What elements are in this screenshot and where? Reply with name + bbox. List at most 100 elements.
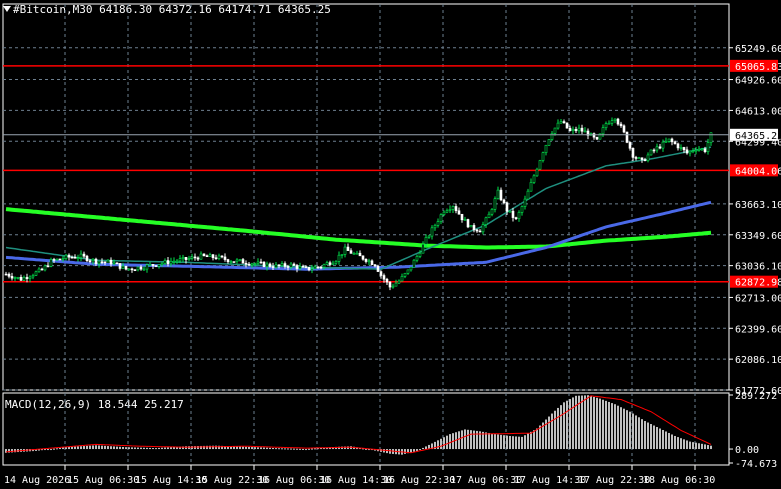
candle — [85, 254, 89, 263]
candle-body — [382, 275, 386, 280]
candle — [577, 124, 581, 134]
macd-histogram-bar — [704, 444, 706, 450]
macd-histogram-bar — [488, 432, 490, 450]
candle-body — [433, 225, 437, 229]
chart-window[interactable]: #Bitcoin,M30 64186.30 64372.16 64174.71 … — [0, 0, 781, 489]
macd-histogram-bar — [80, 446, 82, 450]
macd-histogram-bar — [77, 446, 79, 450]
candle-body — [628, 142, 632, 149]
candle-body — [268, 263, 272, 267]
macd-histogram-bar — [590, 396, 592, 450]
macd-histogram-bar — [674, 435, 676, 450]
candle-body — [82, 253, 86, 257]
candle — [439, 213, 443, 225]
candle-body — [544, 144, 548, 154]
candle — [631, 147, 635, 162]
candle-body — [337, 254, 341, 262]
candle — [259, 258, 263, 264]
candle-body — [175, 260, 179, 263]
time-axis-label: 17 Aug 22:30 — [578, 475, 650, 486]
macd-histogram-bar — [311, 448, 313, 450]
macd-histogram-bar — [167, 447, 169, 450]
candle-body — [70, 256, 74, 259]
candle — [220, 255, 224, 259]
candle-body — [412, 259, 416, 268]
candle-body — [640, 157, 644, 160]
candle — [124, 265, 128, 271]
candle-body — [574, 129, 578, 132]
macd-histogram-bar — [581, 395, 583, 450]
macd-histogram-bar — [287, 448, 289, 450]
candle — [520, 205, 524, 216]
candle-body — [28, 276, 32, 279]
candle-body — [229, 261, 233, 263]
current-price-label: 64365.25 — [735, 131, 781, 142]
chart-canvas[interactable]: 65249.6064926.6064613.0064299.4063663.10… — [0, 0, 781, 489]
candle-body — [100, 261, 104, 264]
macd-histogram-bar — [251, 447, 253, 450]
candle — [547, 139, 551, 146]
candle-body — [409, 266, 413, 271]
price-tick-label: 63663.10 — [735, 200, 781, 211]
price-tick-label: 62399.60 — [735, 324, 781, 335]
candle-body — [394, 282, 398, 287]
candle-body — [511, 210, 515, 218]
candle-body — [256, 261, 260, 264]
macd-histogram-bar — [101, 445, 103, 450]
macd-histogram-bar — [269, 447, 271, 450]
macd-histogram-bar — [404, 449, 406, 454]
macd-histogram-bar — [137, 447, 139, 450]
candle-body — [436, 221, 440, 226]
candle-body — [664, 141, 668, 143]
candle-body — [685, 149, 689, 154]
macd-histogram-bar — [215, 445, 217, 450]
macd-histogram-bar — [62, 447, 64, 450]
candle-body — [85, 255, 89, 262]
candle-body — [478, 230, 482, 233]
macd-histogram-bar — [572, 397, 574, 450]
macd-histogram-bar — [467, 429, 469, 450]
candle-body — [250, 263, 254, 266]
candle-body — [367, 260, 371, 263]
candle-body — [547, 139, 551, 146]
candle-body — [484, 217, 488, 225]
macd-histogram-bar — [695, 442, 697, 450]
candle-body — [526, 190, 530, 200]
macd-histogram-bar — [158, 447, 160, 450]
macd-histogram-bar — [449, 434, 451, 450]
macd-histogram-bar — [524, 435, 526, 450]
candle-body — [580, 127, 584, 132]
candle — [493, 196, 497, 213]
candle — [370, 259, 374, 265]
candle-body — [307, 266, 311, 271]
macd-histogram-bar — [536, 428, 538, 450]
candle — [637, 156, 641, 160]
candle-body — [427, 235, 431, 238]
candle-body — [541, 152, 545, 161]
candle — [607, 120, 611, 125]
candle — [643, 157, 647, 162]
macd-histogram-bar — [116, 446, 118, 450]
candle — [472, 223, 476, 233]
macd-histogram-bar — [686, 440, 688, 450]
candle — [226, 258, 230, 264]
candle-body — [295, 265, 299, 269]
candle — [58, 258, 62, 261]
candle-body — [106, 259, 110, 263]
candle-body — [514, 217, 518, 219]
candle-body — [370, 260, 374, 265]
candle-body — [259, 261, 263, 264]
macd-histogram-bar — [551, 413, 553, 450]
candle — [463, 216, 467, 221]
macd-histogram-bar — [458, 431, 460, 450]
candle-body — [706, 142, 710, 152]
candle — [34, 270, 38, 277]
macd-histogram-bar — [56, 448, 58, 450]
macd-histogram-bar — [503, 435, 505, 450]
candle — [667, 138, 671, 143]
candle-body — [487, 213, 491, 219]
macd-histogram-bar — [242, 446, 244, 450]
candle — [196, 256, 200, 262]
macd-histogram-bar — [635, 415, 637, 450]
candle-body — [340, 254, 344, 256]
